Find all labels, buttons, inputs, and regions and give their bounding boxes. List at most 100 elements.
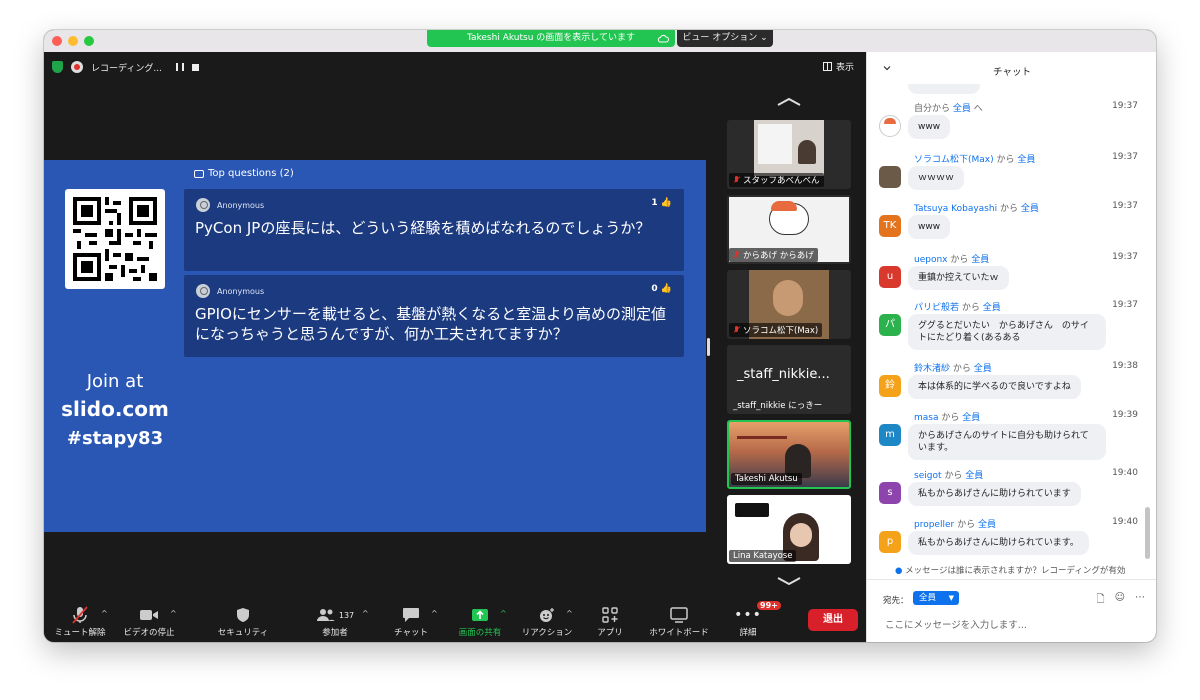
participant-tile-active-speaker[interactable]: Takeshi Akutsu [727, 420, 851, 489]
chat-recipient[interactable]: 全員 [978, 520, 996, 530]
event-code: #stapy83 [66, 428, 164, 449]
file-attach-icon[interactable]: 🗋 [1097, 592, 1105, 609]
chat-avatar: u [879, 266, 901, 288]
whiteboard-button[interactable]: ホワイトボード [644, 604, 714, 638]
chat-message-meta: propeller から 全員 [914, 517, 996, 530]
person-face [790, 523, 812, 547]
video-options-caret-icon[interactable]: ^ [170, 609, 177, 618]
chat-sender[interactable]: ソラコム松下(Max) [914, 155, 994, 165]
view-options-button[interactable]: ビュー オプション ⌄ [677, 30, 773, 47]
minimize-window-button[interactable] [68, 36, 78, 46]
participant-tile[interactable]: スタッフあべんべん [727, 120, 851, 189]
chat-message: 自分から 全員 へ 19:37 www [867, 101, 1147, 147]
security-shield-icon [237, 608, 249, 622]
chat-avatar: s [879, 482, 901, 504]
emoji-icon[interactable]: ☺ [1115, 592, 1125, 609]
question-card: Anonymous 0 👍 GPIOにセンサーを載せると、基盤が熱くなると室温よ… [184, 275, 684, 357]
zoom-window-button[interactable] [84, 36, 94, 46]
scroll-down-chevron-icon[interactable] [777, 577, 801, 585]
participant-tile[interactable]: からあげ からあげ [727, 195, 851, 264]
chat-recipient[interactable]: 全員 [1021, 204, 1039, 214]
chat-sender[interactable]: ueponx [914, 255, 948, 265]
share-options-caret-icon[interactable]: ^ [500, 609, 507, 618]
chat-sender[interactable]: masa [914, 413, 939, 423]
security-label: セキュリティ [217, 628, 269, 638]
qr-code [65, 189, 165, 289]
participants-button[interactable]: 137 参加者 [304, 604, 366, 638]
mic-muted-icon [72, 606, 88, 624]
person-silhouette [798, 140, 816, 164]
chat-recipient[interactable]: 全員 [974, 364, 992, 374]
chat-from-label: から [944, 471, 963, 481]
chat-time: 19:39 [1112, 410, 1138, 420]
question-likes: 1 👍 [651, 198, 672, 208]
apps-label: アプリ [597, 628, 623, 638]
close-window-button[interactable] [52, 36, 62, 46]
grid-view-icon [822, 62, 832, 71]
encryption-shield-icon[interactable] [52, 61, 63, 73]
apps-button[interactable]: アプリ [581, 604, 639, 638]
split-resize-handle[interactable] [707, 338, 710, 356]
participant-name: Lina Katayose [733, 551, 793, 561]
recording-cloud-icon [71, 61, 83, 73]
participant-name-tag: スタッフあべんべん [729, 173, 824, 187]
participant-name-tag: からあげ からあげ [729, 248, 818, 262]
security-button[interactable]: セキュリティ [212, 604, 274, 638]
visibility-notice[interactable]: ● メッセージは誰に表示されますか？レコーディングが有効 [895, 564, 1125, 576]
scroll-up-chevron-icon[interactable] [777, 98, 801, 106]
whiteboard-label: ホワイトボード [649, 628, 709, 638]
visibility-notice-text: メッセージは誰に表示されますか？レコーディングが有効 [905, 566, 1126, 576]
message-input[interactable]: ここにメッセージを入力します... [885, 617, 1027, 631]
chat-bubble: ｗｗｗｗ [908, 166, 965, 190]
chat-message-meta: Tatsuya Kobayashi から 全員 [914, 201, 1039, 214]
patron-slide-thumbnail [758, 124, 792, 164]
chat-recipient[interactable]: 全員 [965, 471, 983, 481]
whiteboard-icon [670, 607, 688, 623]
chat-recipient[interactable]: 全員 [983, 303, 1001, 313]
karaage-hat-shape [884, 118, 896, 124]
chat-message: s seigot から 全員 19:40 私もからあげさんに助けられています [867, 468, 1147, 514]
chat-scrollbar[interactable] [1145, 507, 1150, 559]
stop-recording-icon[interactable] [191, 63, 199, 71]
chat-bubble: 本は体系的に学べるので良いですよね [908, 375, 1081, 399]
chat-recipient[interactable]: 全員 [953, 104, 971, 114]
chat-sender[interactable]: propeller [914, 520, 954, 530]
more-options-icon[interactable]: ⋯ [1135, 592, 1145, 609]
chat-from-label: から [952, 364, 971, 374]
participants-options-caret-icon[interactable]: ^ [362, 609, 369, 618]
participant-name-tag: Takeshi Akutsu [731, 473, 802, 485]
chat-sender[interactable]: パリピ般若 [914, 303, 959, 313]
question-author-name: Anonymous [217, 200, 265, 210]
participant-video [754, 120, 824, 176]
recipient-select[interactable]: 全員 ▼ [913, 591, 959, 605]
chat-sender[interactable]: 鈴木渚紗 [914, 364, 950, 374]
chat-recipient[interactable]: 全員 [962, 413, 980, 423]
recipient-value: 全員 [919, 593, 937, 603]
participants-label: 参加者 [322, 628, 348, 638]
chat-sender[interactable]: Tatsuya Kobayashi [914, 204, 997, 214]
unmute-button[interactable]: ミュート解除 [52, 604, 108, 638]
chat-options-caret-icon[interactable]: ^ [431, 609, 438, 618]
chat-sender[interactable]: seigot [914, 471, 941, 481]
audio-options-caret-icon[interactable]: ^ [101, 609, 108, 618]
participant-tile[interactable]: ソラコム松下(Max) [727, 270, 851, 339]
pause-recording-icon[interactable] [175, 63, 184, 71]
chat-message-meta: ueponx から 全員 [914, 252, 989, 265]
participant-tile[interactable]: _staff_nikkie... _staff_nikkie にっきー [727, 345, 851, 414]
view-layout-label: 表示 [835, 63, 854, 73]
chat-panel: チャット 自分から 全員 へ 19:37 www ソラコム松下(Max) から … [866, 52, 1156, 642]
chat-recipient[interactable]: 全員 [971, 255, 989, 265]
anonymous-avatar-icon [196, 198, 210, 212]
mic-muted-icon [733, 176, 740, 184]
chat-time: 19:37 [1112, 300, 1138, 310]
chat-bubble: ググるとだいたい からあげさん のサイトにたどり着く(あるある [908, 314, 1106, 350]
participant-tile[interactable]: Lina Katayose [727, 495, 851, 564]
chat-from-label: から [961, 303, 980, 313]
thumbs-up-icon: 👍 [660, 284, 672, 294]
chat-recipient[interactable]: 全員 [1017, 155, 1035, 165]
bridge-background [737, 436, 787, 439]
view-layout-button[interactable]: 表示 [822, 60, 854, 73]
leave-meeting-button[interactable]: 退出 [808, 609, 858, 631]
reactions-options-caret-icon[interactable]: ^ [566, 609, 573, 618]
screen-share-banner: Takeshi Akutsu の画面を表示しています [427, 30, 675, 47]
